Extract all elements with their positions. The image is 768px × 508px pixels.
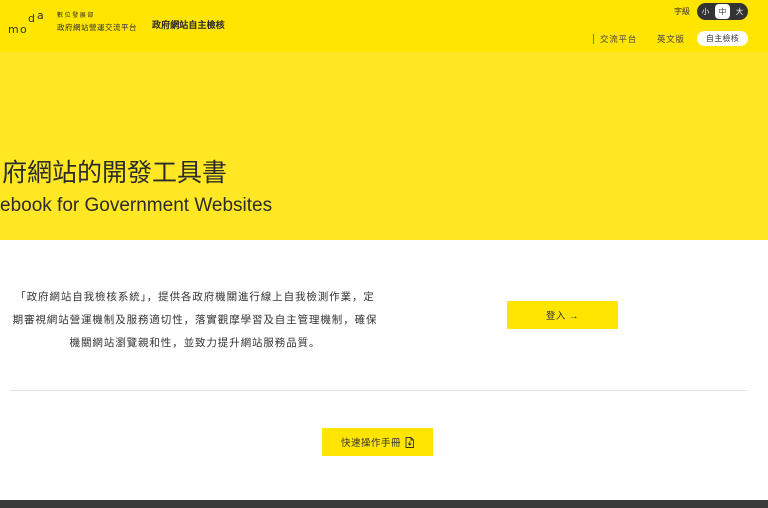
hero-subtitle: ebook for Government Websites — [0, 195, 273, 216]
font-size-large-button[interactable]: 大 — [732, 4, 747, 19]
quick-manual-label: 快速操作手冊 — [340, 438, 401, 449]
logo-letter: a — [37, 9, 44, 22]
font-size-toggle: 小 中 大 — [697, 3, 748, 20]
nav-link-exchange-platform[interactable]: 交流平台 — [600, 34, 637, 44]
nav-link-english-version[interactable]: 英文版 — [657, 34, 685, 44]
footer-bar — [0, 500, 768, 508]
platform-name: 政府網站營運交流平台 — [57, 23, 137, 32]
quick-manual-button[interactable]: 快速操作手冊 — [322, 428, 433, 456]
logo-letter: d — [28, 12, 35, 25]
intro-line: 期審視網站營運機制及服務適切性，落實觀摩學習及自主管理機制，確保 — [12, 314, 378, 326]
intro-paragraph: 「政府網站自我檢核系統」，提供各政府機關進行線上自我檢測作業，定 期審視網站營運… — [0, 286, 390, 355]
intro-line: 「政府網站自我檢核系統」，提供各政府機關進行線上自我檢測作業，定 — [15, 291, 375, 303]
section-divider — [10, 390, 747, 391]
nav-link-self-check[interactable]: 自主檢核 — [697, 31, 748, 46]
logo-letter: m — [8, 23, 19, 36]
font-size-small-button[interactable]: 小 — [698, 4, 713, 19]
file-download-icon — [405, 436, 414, 448]
login-button[interactable]: 登入 → — [507, 301, 618, 329]
login-button-label: 登入 → — [545, 311, 580, 322]
home-logo-link[interactable]: m o d a 數位發展部 政府網站營運交流平台 — [0, 0, 140, 52]
font-size-label: 字級 — [674, 7, 690, 16]
intro-line: 機關網站瀏覽親和性，並致力提升網站服務品質。 — [69, 337, 321, 349]
font-size-medium-button[interactable]: 中 — [715, 4, 730, 19]
hero-banner: 府網站的開發工具書 ebook for Government Websites — [0, 52, 768, 240]
site-title-link[interactable]: 政府網站自主檢核 — [152, 20, 225, 30]
hero-title: 府網站的開發工具書 — [2, 159, 228, 187]
nav-divider — [593, 34, 594, 44]
site-header: m o d a 數位發展部 政府網站營運交流平台 政府網站自主檢核 字級 小 中… — [0, 0, 768, 52]
ministry-name: 數位發展部 — [57, 13, 96, 19]
logo-letter: o — [20, 23, 27, 36]
